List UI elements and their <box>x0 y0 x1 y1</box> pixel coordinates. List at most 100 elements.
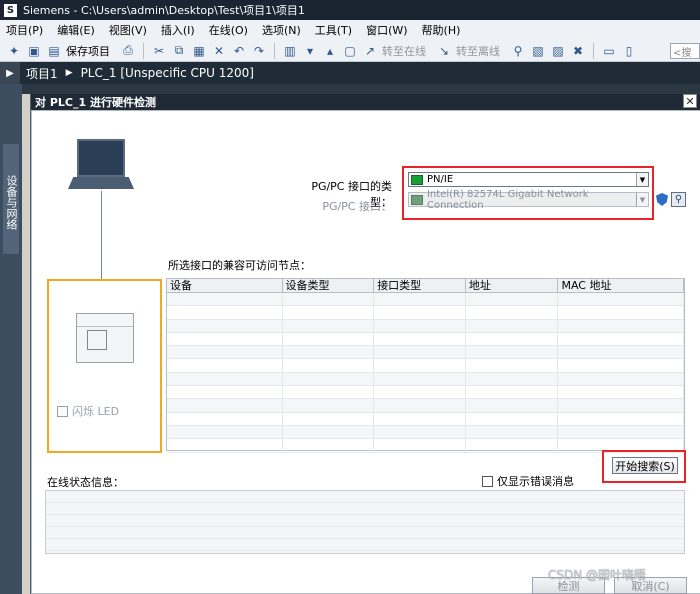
flash-led-option: 闪烁 LED <box>57 403 119 419</box>
start-search-button[interactable]: 开始搜索(S) <box>612 457 678 474</box>
save-icon[interactable]: ▤ <box>46 43 62 59</box>
column-mac-address[interactable]: MAC 地址 <box>558 279 684 292</box>
hardware-detection-dialog: 对 PLC_1 进行硬件检测 ✕ 闪烁 LED PG/PC 接口的类型： PN/… <box>30 94 700 594</box>
table-row <box>167 359 684 373</box>
menu-help[interactable]: 帮助(H) <box>422 22 461 38</box>
download-icon[interactable]: ▾ <box>302 43 318 59</box>
errors-only-checkbox[interactable] <box>482 475 493 487</box>
table-row <box>167 425 684 440</box>
iface-type-select[interactable]: PN/IE ▼ <box>408 172 649 187</box>
table-row <box>167 306 684 320</box>
menu-options[interactable]: 选项(N) <box>262 22 301 38</box>
expand-project-tree-icon[interactable]: ▶ <box>0 62 20 84</box>
go-online-button[interactable]: 转至在线 <box>382 43 426 59</box>
ethernet-icon <box>411 174 423 185</box>
laptop-base <box>68 177 134 189</box>
breadcrumb-separator-icon: ▶ <box>65 68 73 78</box>
toolbar-divider <box>143 42 144 59</box>
shield-icon[interactable] <box>656 193 668 206</box>
undo-icon[interactable]: ↶ <box>231 43 247 59</box>
iface-port-label: PG/PC 接口： <box>322 200 392 213</box>
errors-only-option: 仅显示错误消息 <box>482 473 574 489</box>
laptop-screen <box>77 139 125 177</box>
errors-only-label: 仅显示错误消息 <box>497 475 574 488</box>
go-online-icon[interactable]: ↗ <box>362 43 378 59</box>
dialog-titlebar: 对 PLC_1 进行硬件检测 ✕ <box>31 94 700 110</box>
column-address[interactable]: 地址 <box>466 279 559 292</box>
chevron-down-icon[interactable]: ▼ <box>636 173 648 186</box>
open-project-icon[interactable]: ▣ <box>26 43 42 59</box>
menu-tools[interactable]: 工具(T) <box>315 22 352 38</box>
split-vertical-icon[interactable]: ▯ <box>621 43 637 59</box>
plc-highlight-box: 闪烁 LED <box>47 279 162 453</box>
network-connection-line <box>101 191 102 279</box>
new-project-icon[interactable]: ✦ <box>6 43 22 59</box>
devices-networks-tab[interactable]: 设备与网络 <box>3 144 19 254</box>
column-interface-type[interactable]: 接口类型 <box>374 279 466 292</box>
left-side-panel: 设备与网络 <box>0 84 22 594</box>
menu-insert[interactable]: 插入(I) <box>161 22 195 38</box>
window-title: Siemens - C:\Users\admin\Desktop\Test\项目… <box>23 4 305 17</box>
iface-type-value: PN/IE <box>427 174 454 185</box>
menu-view[interactable]: 视图(V) <box>109 22 147 38</box>
cut-icon[interactable]: ✂ <box>151 43 167 59</box>
go-offline-icon[interactable]: ↘ <box>436 43 452 59</box>
project-breadcrumb-bar: ▶ 项目1 ▶ PLC_1 [Unspecific CPU 1200] <box>0 62 700 84</box>
table-row <box>167 319 684 333</box>
siemens-logo-icon: S <box>4 3 17 17</box>
upload-icon[interactable]: ▴ <box>322 43 338 59</box>
toolbar-divider <box>274 42 275 59</box>
table-row <box>167 412 684 426</box>
online-status-log <box>45 490 685 554</box>
column-device[interactable]: 设备 <box>167 279 283 292</box>
search-icon[interactable]: ⚲ <box>671 192 686 207</box>
table-row <box>167 332 684 347</box>
online-status-label: 在线状态信息： <box>47 476 124 489</box>
simulate-icon[interactable]: ▢ <box>342 43 358 59</box>
save-project-button[interactable]: 保存项目 <box>66 43 110 59</box>
plc-window <box>87 330 107 350</box>
toolbar-divider <box>593 42 594 59</box>
menu-window[interactable]: 窗口(W) <box>366 22 407 38</box>
app-titlebar: S Siemens - C:\Users\admin\Desktop\Test\… <box>0 0 700 20</box>
print-icon[interactable]: ⎙ <box>120 43 136 59</box>
iface-port-value: Intel(R) 82574L Gigabit Network Connecti… <box>426 188 589 211</box>
go-offline-button[interactable]: 转至离线 <box>456 43 500 59</box>
paste-icon[interactable]: ▦ <box>191 43 207 59</box>
table-row <box>167 399 684 413</box>
dialog-body: 闪烁 LED PG/PC 接口的类型： PN/IE ▼ PG/PC 接口： In… <box>31 110 700 594</box>
project-search-input[interactable]: <搜 <box>670 43 700 59</box>
flash-led-checkbox[interactable] <box>57 405 68 417</box>
compile-icon[interactable]: ▥ <box>282 43 298 59</box>
delete-icon[interactable]: ✕ <box>211 43 227 59</box>
plc-stripe <box>77 326 133 327</box>
copy-icon[interactable]: ⧉ <box>171 43 187 59</box>
menu-online[interactable]: 在线(O) <box>209 22 248 38</box>
close-icon[interactable]: ✕ <box>683 94 697 108</box>
table-row <box>167 386 684 400</box>
breadcrumb-project[interactable]: 项目1 <box>26 65 58 82</box>
menu-edit[interactable]: 编辑(E) <box>57 22 95 38</box>
nodes-table-label: 所选接口的兼容可访问节点： <box>168 259 311 272</box>
menu-bar: 项目(P) 编辑(E) 视图(V) 插入(I) 在线(O) 选项(N) 工具(T… <box>0 20 700 40</box>
column-device-type[interactable]: 设备类型 <box>283 279 375 292</box>
diagnostics-icon[interactable]: ▧ <box>530 43 546 59</box>
plc-device-icon <box>76 313 134 363</box>
table-row <box>167 346 684 360</box>
iface-port-select[interactable]: Intel(R) 82574L Gigabit Network Connecti… <box>408 189 649 211</box>
network-card-icon <box>411 194 423 205</box>
cross-reference-icon[interactable]: ✖ <box>570 43 586 59</box>
chevron-down-icon[interactable]: ▼ <box>636 193 648 206</box>
redo-icon[interactable]: ↷ <box>251 43 267 59</box>
memory-reset-icon[interactable]: ▨ <box>550 43 566 59</box>
breadcrumb-plc[interactable]: PLC_1 [Unspecific CPU 1200] <box>81 66 254 80</box>
flash-led-label: 闪烁 LED <box>72 405 120 418</box>
pgpc-laptop-icon <box>68 139 134 191</box>
editor-header-strip <box>22 84 700 94</box>
csdn-watermark: CSDN @园叶晓晤 <box>548 568 647 582</box>
accessible-nodes-table: 设备 设备类型 接口类型 地址 MAC 地址 <box>166 278 685 453</box>
main-toolbar: ✦ ▣ ▤ 保存项目 ⎙ ✂ ⧉ ▦ ✕ ↶ ↷ ▥ ▾ ▴ ▢ ↗ 转至在线 … <box>0 40 700 62</box>
menu-project[interactable]: 项目(P) <box>6 22 43 38</box>
split-horizontal-icon[interactable]: ▭ <box>601 43 617 59</box>
accessible-devices-icon[interactable]: ⚲ <box>510 43 526 59</box>
